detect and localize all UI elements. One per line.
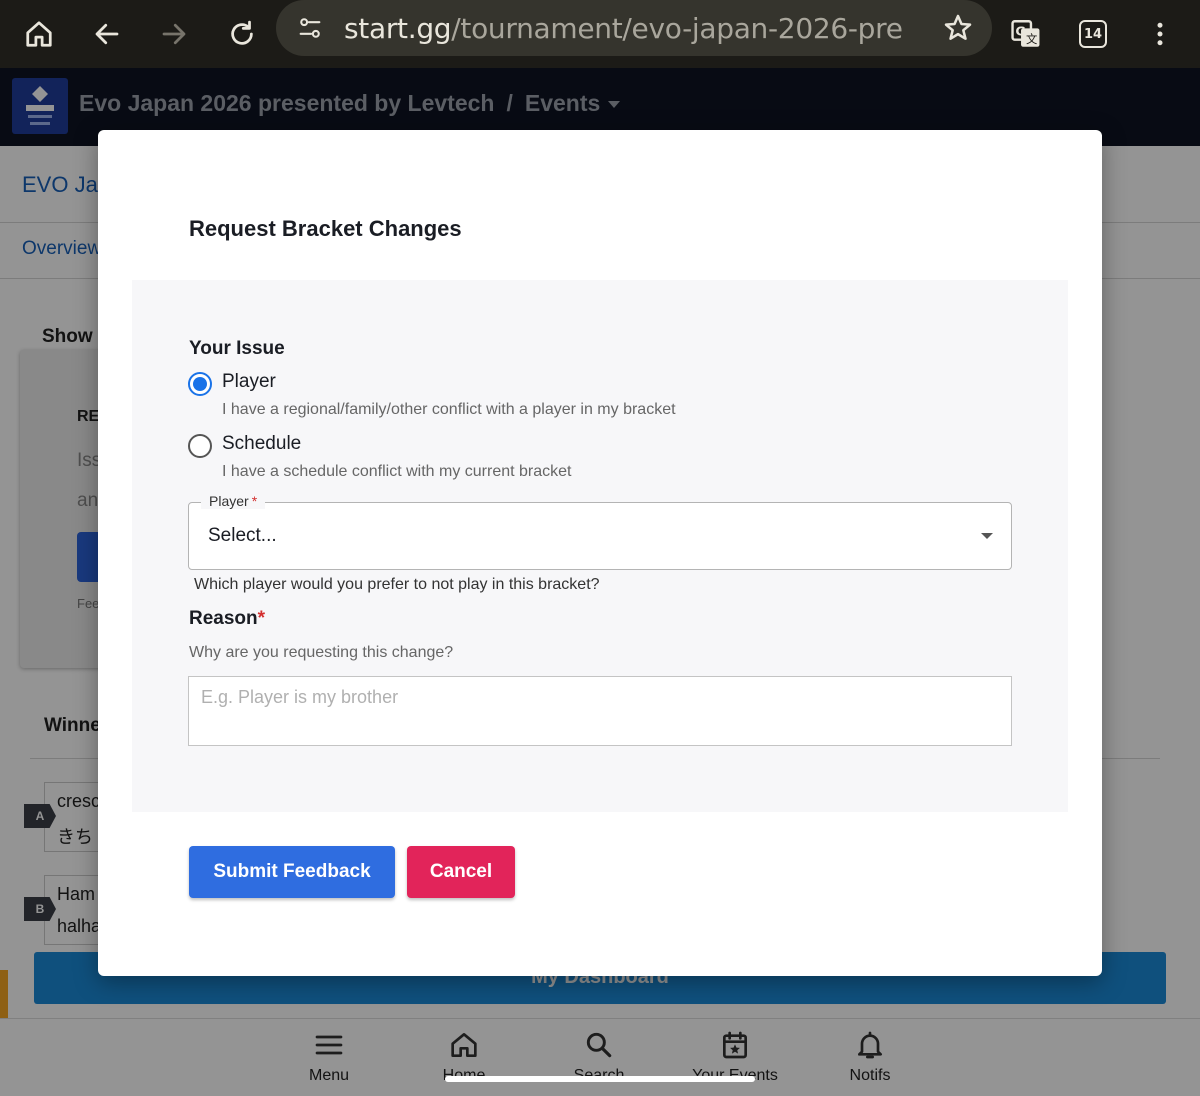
bookmark-star-icon[interactable] — [942, 12, 974, 49]
address-bar[interactable]: start.gg/tournament/evo-japan-2026-prese… — [276, 0, 992, 56]
forward-arrow-icon[interactable] — [148, 8, 200, 60]
reason-label: Reason* — [189, 608, 265, 630]
svg-text:G: G — [1015, 24, 1025, 39]
required-mark: * — [257, 608, 266, 629]
request-bracket-changes-dialog: Request Bracket Changes Your Issue Playe… — [98, 130, 1102, 976]
radio-player-label[interactable]: Player — [222, 371, 276, 393]
submit-feedback-button[interactable]: Submit Feedback — [189, 846, 395, 898]
translate-icon[interactable]: G文 — [1000, 8, 1052, 60]
back-arrow-icon[interactable] — [81, 8, 133, 60]
url-host: start.gg — [344, 12, 452, 45]
site-settings-icon[interactable] — [296, 14, 324, 47]
reason-label-text: Reason — [189, 608, 258, 629]
tab-count: 14 — [1079, 20, 1107, 48]
player-select[interactable]: Player * Select... — [188, 493, 1012, 570]
url-path: /tournament/evo-japan-2026-presented — [451, 12, 904, 45]
cancel-button[interactable]: Cancel — [407, 846, 515, 898]
radio-schedule-label[interactable]: Schedule — [222, 433, 301, 455]
more-menu-icon[interactable] — [1134, 8, 1186, 60]
reason-description: Why are you requesting this change? — [189, 644, 454, 661]
player-select-help: Which player would you prefer to not pla… — [194, 576, 600, 593]
radio-schedule[interactable] — [188, 434, 212, 458]
form-panel: Your Issue Player I have a regional/fami… — [132, 280, 1068, 812]
url-text: start.gg/tournament/evo-japan-2026-prese… — [344, 12, 904, 45]
radio-player[interactable] — [188, 372, 212, 396]
home-indicator — [445, 1076, 755, 1082]
issue-label: Your Issue — [189, 338, 285, 359]
browser-toolbar: start.gg/tournament/evo-japan-2026-prese… — [0, 0, 1200, 68]
tab-switcher-button[interactable]: 14 — [1067, 8, 1119, 60]
player-select-label: Player — [209, 493, 249, 509]
home-icon[interactable] — [13, 8, 65, 60]
chevron-down-icon[interactable] — [981, 533, 993, 539]
dialog-title: Request Bracket Changes — [189, 216, 462, 241]
radio-player-description: I have a regional/family/other conflict … — [222, 401, 676, 418]
radio-schedule-description: I have a schedule conflict with my curre… — [222, 463, 572, 480]
required-mark: * — [251, 493, 258, 509]
reload-icon[interactable] — [216, 8, 268, 60]
svg-text:文: 文 — [1026, 32, 1037, 46]
reason-textarea[interactable] — [188, 676, 1012, 746]
player-select-legend: Player * — [201, 493, 266, 509]
player-select-value: Select... — [208, 525, 277, 546]
